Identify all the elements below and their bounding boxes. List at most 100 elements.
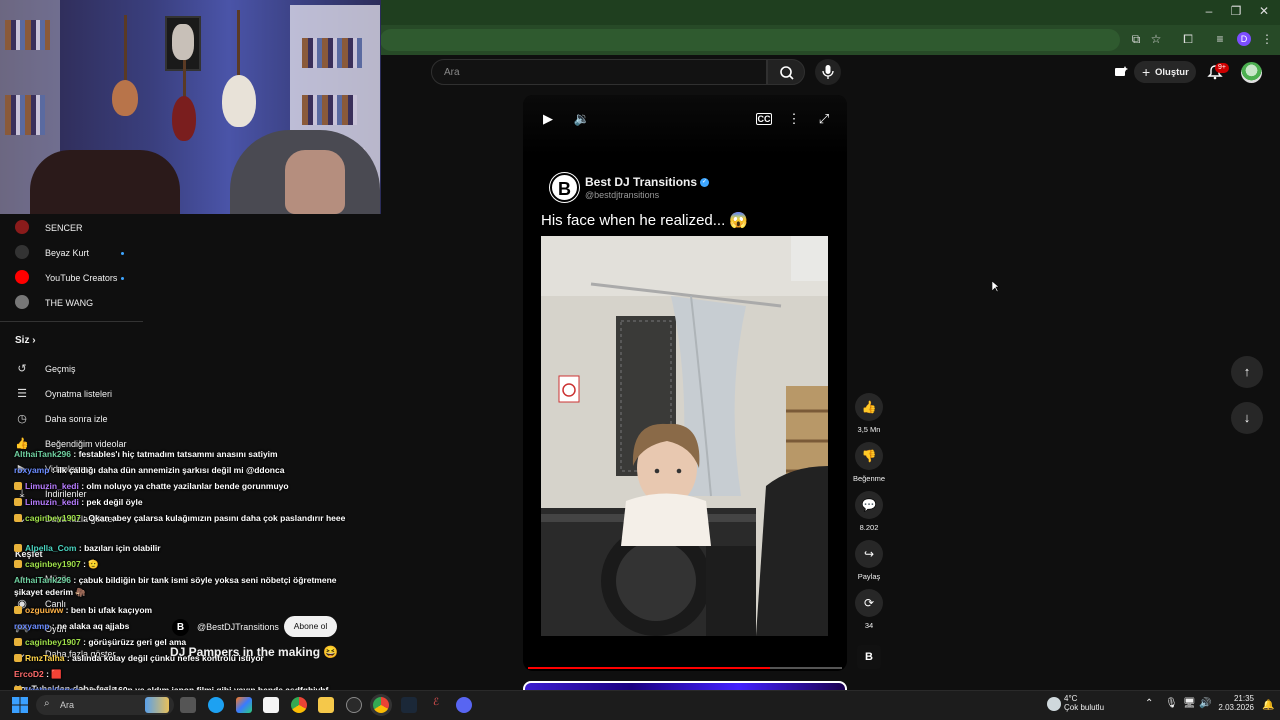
like-button[interactable]: 👍 3,5 Mn (854, 393, 884, 434)
cast-sparkle-icon[interactable] (1113, 64, 1129, 80)
chat-username[interactable]: AlthaiTank296 (14, 449, 71, 459)
share-button[interactable]: ↪ Paylaş (854, 540, 884, 581)
subscribe-button[interactable]: Abone ol (284, 616, 337, 637)
chat-username[interactable]: caginbey1907 (25, 513, 81, 523)
browser-menu-icon[interactable]: ⋮ (1258, 32, 1276, 46)
address-bar[interactable] (380, 29, 1120, 51)
search-icon: ⌕ (44, 698, 50, 709)
discord-icon[interactable] (456, 697, 472, 713)
subscriber-badge-icon (14, 654, 22, 662)
chat-username[interactable]: Alpella_Com (25, 543, 77, 553)
sidebar-item-subscription[interactable]: SENCER (0, 219, 200, 241)
remix-button[interactable]: ⟳ 34 (854, 589, 884, 630)
close-icon[interactable]: ✕ (1254, 4, 1274, 18)
create-button[interactable]: + Oluştur (1134, 61, 1196, 83)
thumbs-down-icon: 👎 (855, 442, 883, 470)
chat-username[interactable]: AlthaiTank296 (14, 575, 71, 585)
avatar[interactable] (1241, 62, 1262, 83)
network-icon[interactable]: 🖥 (1183, 698, 1196, 709)
you-section-header[interactable]: Siz › (15, 335, 36, 346)
extensions-icon[interactable]: ⧠ (1179, 32, 1197, 47)
chevron-up-icon[interactable]: ⌃ (1145, 698, 1153, 709)
next-short-button[interactable]: ↓ (1231, 402, 1263, 434)
previous-short-button[interactable]: ↑ (1231, 356, 1263, 388)
chat-username[interactable]: Limuzin_kedi (25, 497, 79, 507)
chat-text: : pek değil öyle (81, 497, 143, 507)
comments-button[interactable]: 💬 8.202 (854, 491, 884, 532)
media-controls-icon[interactable]: ≡ (1211, 32, 1229, 46)
edge-icon[interactable] (208, 697, 224, 713)
chat-text: : 🟥 (46, 669, 62, 679)
more-options-icon[interactable]: ⋮ (784, 109, 804, 129)
taskbar-clock[interactable]: 21:35 2.03.2026 (1218, 694, 1254, 712)
app-icon[interactable]: ℰ (428, 697, 444, 713)
chat-username[interactable]: roxyamp (14, 465, 49, 475)
arrow-down-icon: ↓ (1243, 410, 1251, 425)
chat-message: Limuzin_kedi : pek değil öyle (14, 496, 359, 508)
video-content-image (541, 236, 828, 636)
minimize-icon[interactable]: – (1199, 4, 1219, 18)
chat-text: : ilk çaldığı daha dün annemizin şarkısı… (51, 465, 285, 475)
share-icon: ↪ (855, 540, 883, 568)
short-title: DJ Pampers in the making 😆 (170, 645, 339, 659)
sound-channel-button[interactable]: B (854, 645, 884, 669)
video-progress-bar[interactable] (528, 667, 842, 669)
channel-handle: @bestdjtransitions (585, 190, 660, 200)
chat-username[interactable]: caginbey1907 (25, 637, 81, 647)
install-app-icon[interactable]: ⧉ (1127, 32, 1145, 47)
windows-start-icon[interactable] (12, 697, 28, 713)
sidebar-item-playlists[interactable]: ☰ Oynatma listeleri (0, 385, 200, 407)
channel-name: Best DJ Transitions (585, 175, 698, 189)
file-explorer-icon[interactable] (318, 697, 334, 713)
chat-username[interactable]: roxyamp (14, 621, 49, 631)
chat-username[interactable]: Limuzin_kedi (25, 481, 79, 491)
verified-badge-icon: ✓ (700, 178, 709, 187)
bookmark-star-icon[interactable]: ☆ (1147, 32, 1165, 46)
fullscreen-icon[interactable]: ⤢ (814, 109, 834, 129)
arrow-up-icon: ↑ (1243, 364, 1251, 379)
sidebar-item-subscription[interactable]: THE WANG (0, 294, 200, 316)
plus-icon: + (1142, 64, 1151, 80)
channel-avatar (15, 245, 29, 259)
copilot-icon[interactable] (236, 697, 252, 713)
search-button[interactable] (767, 59, 805, 85)
chat-username[interactable]: ErcoD2 (14, 669, 44, 679)
overlay-channel-handle[interactable]: @BestDJTransitions (197, 622, 279, 632)
task-view-icon[interactable] (180, 697, 196, 713)
chat-message: AlthaiTank296 : çabuk bildiğin bir tank … (14, 574, 359, 598)
chat-username[interactable]: caginbey1907 (25, 559, 81, 569)
maximize-icon[interactable]: ❐ (1226, 4, 1246, 18)
dislike-button[interactable]: 👎 Beğenme (853, 442, 885, 483)
sidebar-item-history[interactable]: ↺ Geçmiş (0, 360, 200, 382)
shorts-player[interactable]: ▶ 🔉 CC ⋮ ⤢ B Best DJ Transitions ✓ @best… (523, 95, 847, 671)
store-icon[interactable] (263, 697, 279, 713)
chrome-icon[interactable] (291, 697, 307, 713)
chat-username[interactable]: RmzTalha (25, 653, 65, 663)
channel-logo-small: B (172, 619, 189, 636)
play-icon[interactable]: ▶ (538, 109, 558, 129)
new-content-dot (121, 252, 124, 255)
chrome-active-icon[interactable] (373, 697, 389, 713)
channel-avatar (15, 270, 29, 284)
steam-icon[interactable] (401, 697, 417, 713)
chat-message: ErcoD2 : 🟥 (14, 668, 359, 680)
search-icon (780, 66, 794, 80)
volume-icon[interactable]: 🔉 (572, 109, 592, 129)
sidebar-item-watch-later[interactable]: ◷ Daha sonra izle (0, 410, 200, 432)
dislike-label: Beğenme (852, 474, 886, 483)
captions-icon[interactable]: CC (756, 113, 772, 125)
microphone-tray-icon[interactable]: 🎙 (1165, 698, 1178, 709)
chat-message: caginbey1907 : Okan abey çalarsa kulağım… (14, 512, 359, 524)
chevron-right-icon: › (32, 335, 36, 346)
weather-widget[interactable]: 4°C Çok bulutlu (1045, 694, 1104, 712)
short-caption: His face when he realized... 😱 (541, 212, 749, 229)
search-input[interactable]: Ara (431, 59, 767, 85)
voice-search-button[interactable] (815, 59, 841, 85)
chat-username[interactable]: ozguuww (25, 605, 63, 615)
notification-bell-icon[interactable]: 🔔 (1262, 700, 1274, 711)
sidebar-item-subscription[interactable]: YouTube Creators (0, 269, 200, 291)
browser-profile-avatar[interactable]: D (1237, 32, 1251, 46)
sidebar-item-subscription[interactable]: Beyaz Kurt (0, 244, 200, 266)
obs-icon[interactable] (346, 697, 362, 713)
speaker-icon[interactable]: 🔊 (1199, 698, 1211, 709)
